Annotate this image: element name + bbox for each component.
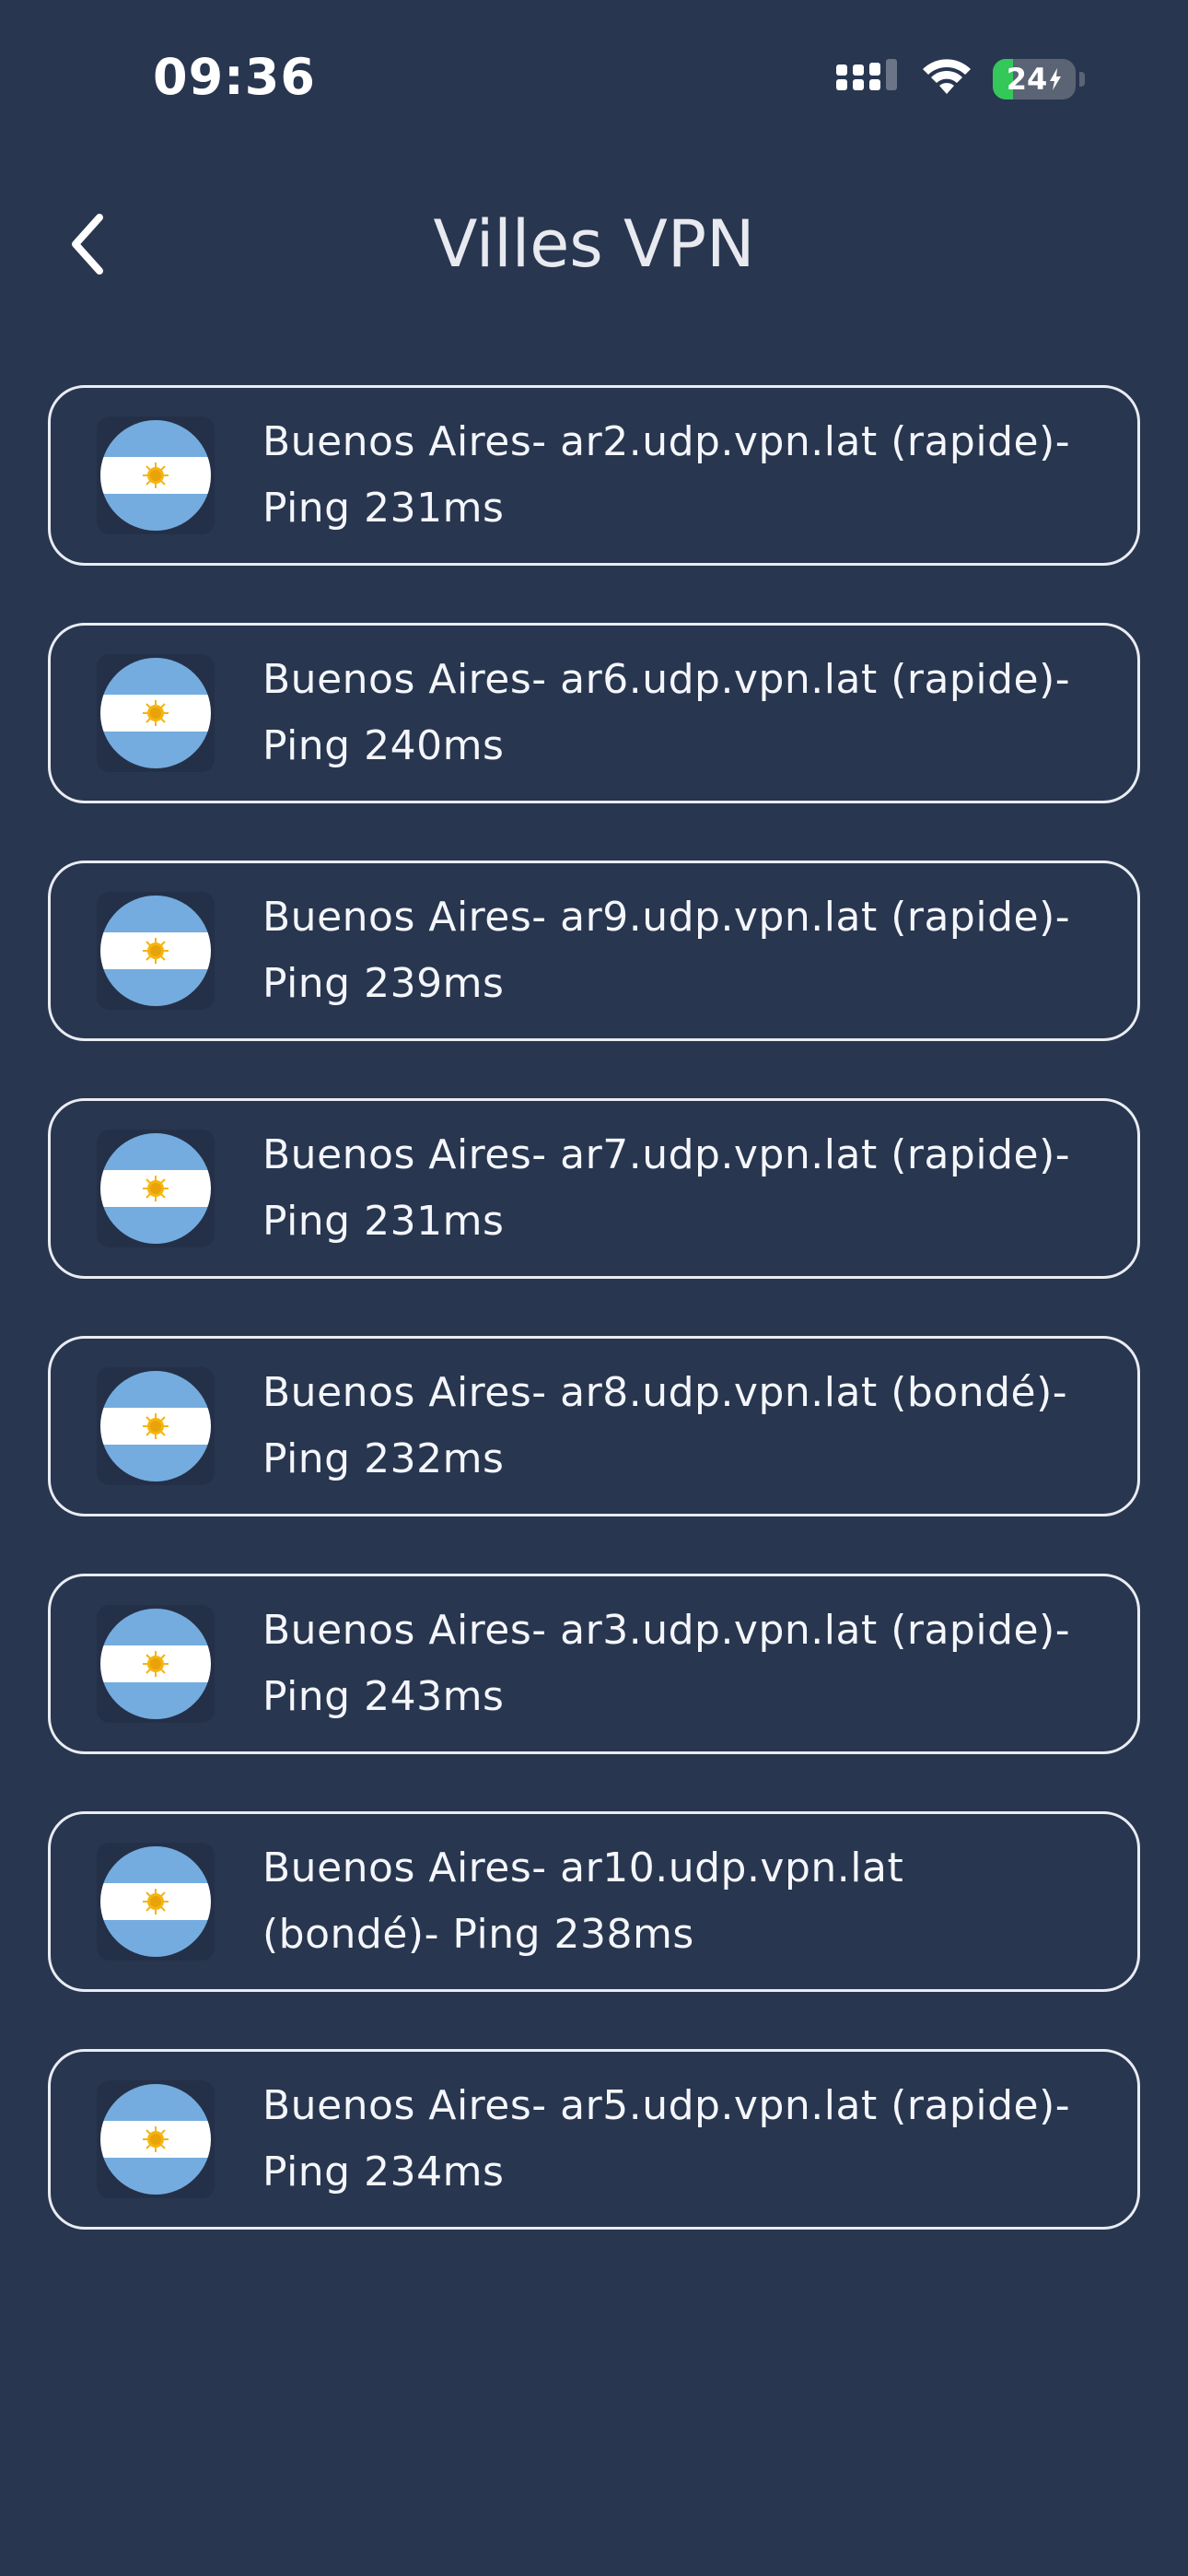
server-label: Buenos Aires- ar9.udp.vpn.lat (rapide)- … — [262, 884, 1070, 1017]
flag-container — [97, 2080, 215, 2198]
server-label-line2: Ping 232ms — [262, 1435, 505, 1482]
server-label-line1: Buenos Aires- ar6.udp.vpn.lat (rapide)- — [262, 656, 1071, 703]
server-label-line1: Buenos Aires- ar5.udp.vpn.lat (rapide)- — [262, 2082, 1071, 2129]
server-label: Buenos Aires- ar5.udp.vpn.lat (rapide)- … — [262, 2073, 1070, 2206]
argentina-flag-icon — [100, 896, 211, 1006]
server-label-line1: Buenos Aires- ar7.udp.vpn.lat (rapide)- — [262, 1131, 1071, 1178]
battery-icon: 24 — [993, 59, 1076, 100]
server-label: Buenos Aires- ar6.udp.vpn.lat (rapide)- … — [262, 647, 1070, 779]
signal-icon — [836, 59, 901, 100]
server-label-line1: Buenos Aires- ar8.udp.vpn.lat (bondé)- — [262, 1369, 1068, 1416]
status-time: 09:36 — [153, 48, 316, 106]
battery-level: 24 — [1006, 62, 1048, 97]
server-label-line1: Buenos Aires- ar2.udp.vpn.lat (rapide)- — [262, 418, 1071, 465]
server-item-3[interactable]: Buenos Aires- ar9.udp.vpn.lat (rapide)- … — [48, 861, 1140, 1041]
server-item-6[interactable]: Buenos Aires- ar3.udp.vpn.lat (rapide)- … — [48, 1574, 1140, 1754]
server-label-line2: Ping 243ms — [262, 1673, 505, 1720]
argentina-flag-icon — [100, 1609, 211, 1719]
server-list: Buenos Aires- ar2.udp.vpn.lat (rapide)- … — [48, 385, 1140, 2230]
argentina-flag-icon — [100, 1371, 211, 1481]
server-label-line1: Buenos Aires- ar3.udp.vpn.lat (rapide)- — [262, 1607, 1071, 1654]
flag-container — [97, 1130, 215, 1247]
charging-bolt-icon — [1050, 68, 1062, 90]
server-label-line2: Ping 231ms — [262, 485, 505, 532]
argentina-flag-icon — [100, 1133, 211, 1244]
server-item-2[interactable]: Buenos Aires- ar6.udp.vpn.lat (rapide)- … — [48, 623, 1140, 803]
flag-container — [97, 892, 215, 1010]
flag-container — [97, 654, 215, 772]
server-item-7[interactable]: Buenos Aires- ar10.udp.vpn.lat (bondé)- … — [48, 1811, 1140, 1992]
server-label-line2: Ping 240ms — [262, 722, 505, 769]
server-label: Buenos Aires- ar10.udp.vpn.lat (bondé)- … — [262, 1835, 903, 1968]
page-title: Villes VPN — [433, 206, 755, 282]
argentina-flag-icon — [100, 420, 211, 531]
status-icons: 24 — [836, 57, 1085, 101]
flag-container — [97, 1843, 215, 1961]
server-label: Buenos Aires- ar2.udp.vpn.lat (rapide)- … — [262, 409, 1070, 542]
server-label-line2: Ping 234ms — [262, 2149, 505, 2195]
server-item-8[interactable]: Buenos Aires- ar5.udp.vpn.lat (rapide)- … — [48, 2049, 1140, 2230]
argentina-flag-icon — [100, 2084, 211, 2195]
wifi-icon — [919, 57, 974, 101]
server-label: Buenos Aires- ar3.udp.vpn.lat (rapide)- … — [262, 1598, 1070, 1730]
flag-container — [97, 416, 215, 534]
server-label-line2: (bondé)- Ping 238ms — [262, 1911, 694, 1958]
server-label: Buenos Aires- ar8.udp.vpn.lat (bondé)- P… — [262, 1360, 1067, 1493]
argentina-flag-icon — [100, 658, 211, 768]
server-item-5[interactable]: Buenos Aires- ar8.udp.vpn.lat (bondé)- P… — [48, 1336, 1140, 1516]
battery-nub — [1079, 72, 1085, 87]
flag-container — [97, 1605, 215, 1723]
server-label: Buenos Aires- ar7.udp.vpn.lat (rapide)- … — [262, 1122, 1070, 1255]
server-label-line2: Ping 231ms — [262, 1198, 505, 1245]
flag-container — [97, 1367, 215, 1485]
server-item-4[interactable]: Buenos Aires- ar7.udp.vpn.lat (rapide)- … — [48, 1098, 1140, 1279]
server-label-line2: Ping 239ms — [262, 960, 505, 1007]
status-bar: 09:36 24 — [0, 0, 1188, 157]
header: Villes VPN — [0, 175, 1188, 313]
server-item-1[interactable]: Buenos Aires- ar2.udp.vpn.lat (rapide)- … — [48, 385, 1140, 566]
argentina-flag-icon — [100, 1846, 211, 1957]
server-label-line1: Buenos Aires- ar10.udp.vpn.lat — [262, 1844, 904, 1891]
server-label-line1: Buenos Aires- ar9.udp.vpn.lat (rapide)- — [262, 894, 1071, 941]
